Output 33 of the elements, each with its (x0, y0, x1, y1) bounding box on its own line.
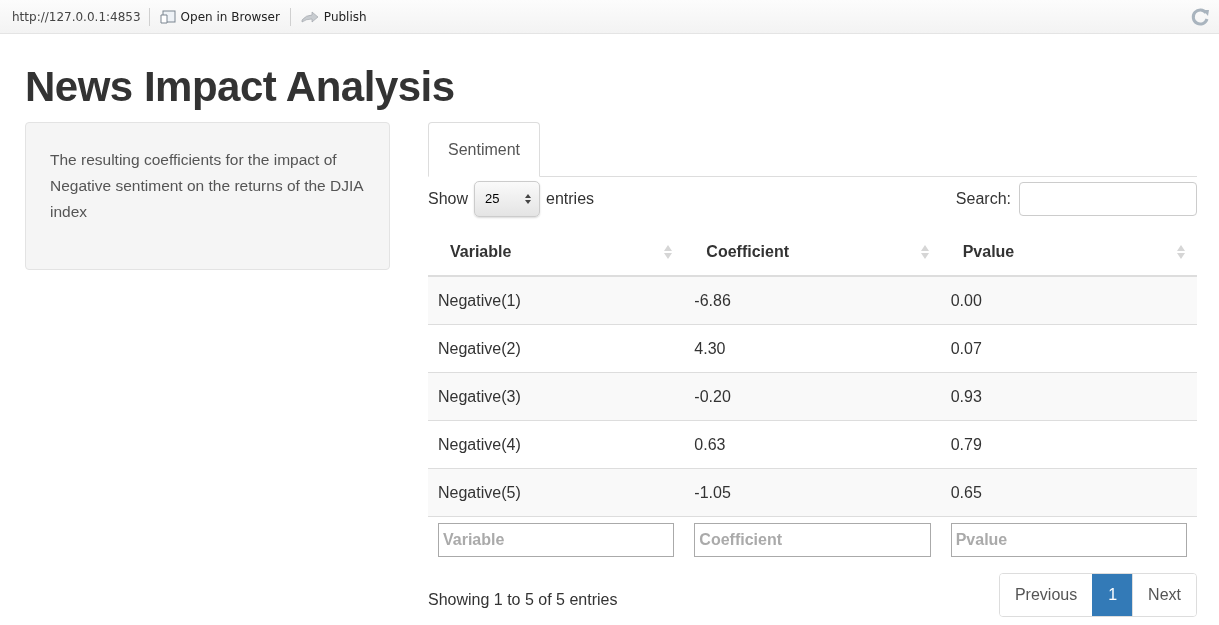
description-text: The resulting coefficients for the impact of Negative sentiment on the returns of the DJIA index (50, 150, 365, 223)
table-cell: Negative(5) (428, 468, 685, 517)
tab[interactable]: Sentiment (428, 122, 541, 178)
arrow-icon (300, 10, 319, 23)
page-button[interactable]: 1 (1092, 574, 1133, 617)
table-cell: 0.00 (940, 276, 1197, 325)
entries-select[interactable]: 25 (474, 180, 541, 217)
table-cell: -1.05 (684, 468, 941, 517)
table-cell: Negative(1) (428, 276, 685, 325)
open-in-browser-button[interactable]: Open in Browser (157, 9, 282, 24)
publish-button[interactable]: Publish (298, 9, 369, 24)
table-cell: 0.65 (940, 468, 1197, 517)
table-cell: Negative(3) (428, 372, 685, 421)
filter-field[interactable]: Coefficient (694, 523, 931, 558)
show-label: Show (428, 189, 469, 208)
sort-icon (920, 243, 929, 260)
url-text: http://127.0.0.1:4853 (12, 9, 141, 24)
updown-icon (525, 193, 532, 204)
sort-icon (664, 243, 673, 260)
page-title: News Impact Analysis (25, 64, 456, 111)
window-icon (159, 9, 176, 24)
filter-field[interactable]: Pvalue (950, 523, 1187, 558)
info-text: Showing 1 to 5 of 5 entries (428, 591, 618, 610)
refresh-button[interactable] (1191, 6, 1211, 27)
table-cell: -0.20 (684, 372, 941, 421)
sort-icon (1177, 243, 1185, 260)
entries-label: entries (546, 189, 595, 208)
table-cell: -6.86 (684, 276, 941, 325)
table-cell: 0.93 (940, 372, 1197, 421)
filter-field[interactable]: Variable (438, 523, 675, 558)
search-field[interactable] (1019, 181, 1197, 216)
search-label: Search: (955, 189, 1011, 208)
page-button[interactable]: Next (1132, 574, 1196, 617)
